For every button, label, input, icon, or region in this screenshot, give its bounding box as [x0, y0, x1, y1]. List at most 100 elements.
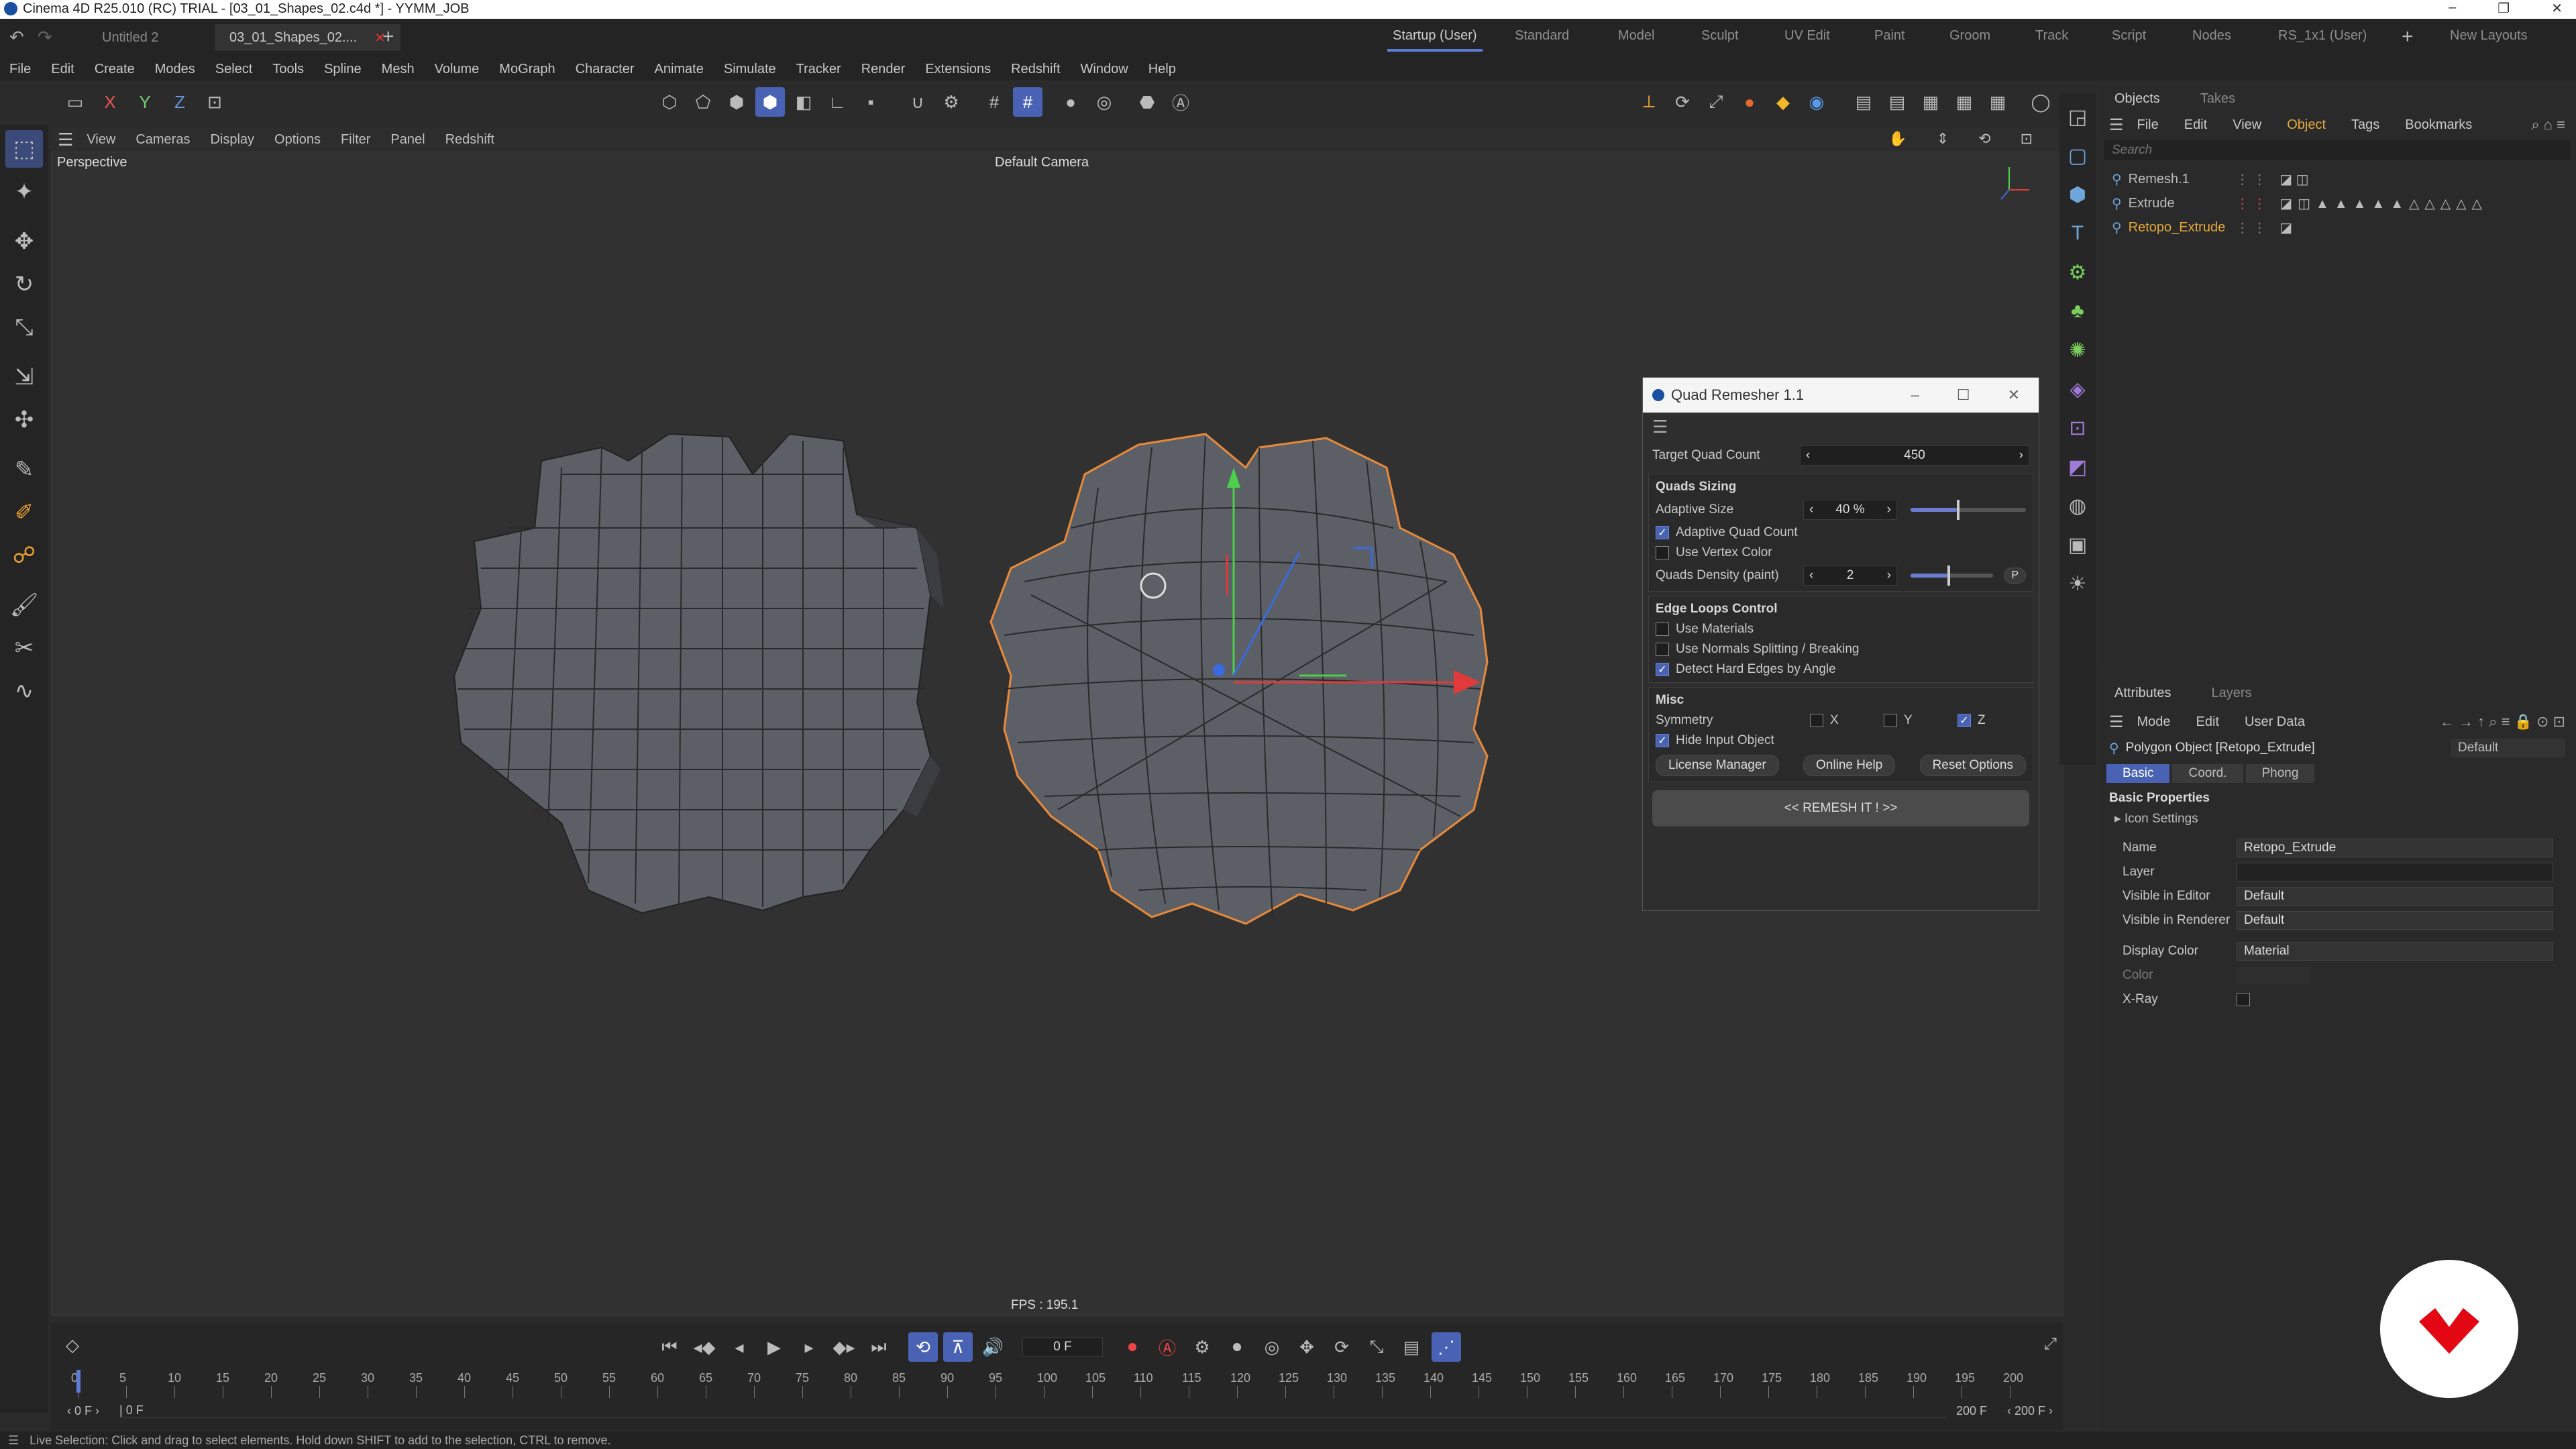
menu-redshift[interactable]: Redshift [1011, 62, 1060, 77]
tab-layers[interactable]: Layers [2211, 686, 2251, 701]
layout-model[interactable]: Model [1618, 28, 1654, 44]
qr-minimize-icon[interactable]: – [1911, 386, 1919, 404]
point-level-icon[interactable]: ⋰ [1432, 1332, 1461, 1362]
add-layout-icon[interactable]: + [2402, 25, 2414, 48]
vp-menu-options[interactable]: Options [274, 132, 321, 148]
move-icon[interactable]: ✥ [5, 223, 43, 260]
hide-input-checkbox[interactable]: ✓ Hide Input Object [1656, 733, 2026, 748]
effector-icon[interactable]: ✺ [2061, 334, 2094, 366]
qr-maximize-icon[interactable]: ☐ [1957, 386, 1970, 404]
obj-menu-file[interactable]: File [2137, 117, 2159, 133]
max-frame-field[interactable]: ‹ 200 F › [2007, 1404, 2053, 1418]
qr-title-bar[interactable]: Quad Remesher 1.1 – ☐ ✕ [1643, 378, 2039, 413]
snap-grid-icon[interactable]: # [1013, 87, 1042, 117]
object-search-input[interactable] [2112, 143, 2571, 158]
menu-animate[interactable]: Animate [654, 62, 703, 77]
undo-icon[interactable]: ↶ [9, 27, 24, 48]
spline-wrap-icon[interactable]: ◩ [2061, 451, 2094, 483]
play-icon[interactable]: ▶ [759, 1332, 789, 1362]
pos-key-icon[interactable]: ✥ [1292, 1332, 1322, 1362]
maximize-view-icon[interactable]: ⊡ [2021, 130, 2033, 148]
attr-menu-user-data[interactable]: User Data [2245, 714, 2305, 730]
symmetry-icon[interactable]: ◎ [1089, 87, 1119, 117]
render-region-icon[interactable]: ⟳ [1668, 87, 1697, 117]
attr-menu-mode[interactable]: Mode [2137, 714, 2171, 730]
sound-icon[interactable]: 🔊 [978, 1332, 1008, 1362]
symmetry-x-checkbox[interactable]: X [1810, 713, 1884, 728]
menu-tracker[interactable]: Tracker [796, 62, 841, 77]
layout-sculpt[interactable]: Sculpt [1701, 28, 1739, 44]
range-start-field[interactable]: | 0 F [119, 1403, 1947, 1418]
hamburger-icon[interactable]: ☰ [58, 129, 73, 150]
redo-icon[interactable]: ↷ [38, 27, 52, 48]
tab-objects[interactable]: Objects [2114, 91, 2160, 107]
tab-attributes[interactable]: Attributes [2114, 686, 2171, 701]
subtab-phong[interactable]: Phong [2245, 764, 2315, 783]
layout-groom[interactable]: Groom [1949, 28, 1990, 44]
quads-density-slider[interactable] [1911, 566, 1994, 586]
polygons-mode-icon[interactable]: ⬢ [722, 87, 751, 117]
deformer-icon[interactable]: ◈ [2061, 373, 2094, 405]
layout-paint[interactable]: Paint [1874, 28, 1905, 44]
qr-menu-icon[interactable]: ☰ [1643, 413, 2039, 441]
layout-rs[interactable]: RS_1x1 (User) [2278, 28, 2367, 44]
menu-help[interactable]: Help [1148, 62, 1176, 77]
playhead[interactable] [76, 1370, 80, 1393]
vp-menu-cameras[interactable]: Cameras [136, 132, 190, 148]
qr-icon[interactable]: ◉ [1802, 87, 1831, 117]
use-materials-checkbox[interactable]: Use Materials [1656, 622, 2026, 637]
symmetry-z-checkbox[interactable]: ✓ Z [1957, 713, 1986, 728]
live-selection-icon[interactable]: ⬚ [5, 130, 43, 168]
visible-in-editor-dropdown[interactable]: Default [2237, 887, 2553, 906]
visible-in-renderer-dropdown[interactable]: Default [2237, 911, 2553, 930]
layer-field[interactable] [2237, 863, 2553, 881]
obj-menu-view[interactable]: View [2233, 117, 2261, 133]
rotate-icon[interactable]: ↻ [5, 266, 43, 303]
doc-tab-active[interactable]: 03_01_Shapes_02.... ✕ [215, 24, 400, 51]
new-layouts-button[interactable]: New Layouts [2450, 28, 2528, 44]
remesh-button[interactable]: << REMESH IT ! >> [1652, 790, 2029, 826]
paint-density-button[interactable]: P [2004, 568, 2026, 584]
object-row-retopo[interactable]: ⚲ Retopo_Extrude ⋮ ⋮ ◪ [2112, 215, 2563, 239]
vp-menu-view[interactable]: View [87, 132, 115, 148]
x-axis-lock-button[interactable]: X [95, 87, 125, 117]
doc-tab[interactable]: Untitled 2 [87, 24, 174, 51]
y-axis-lock-button[interactable]: Y [130, 87, 160, 117]
text-icon[interactable]: T [2061, 217, 2094, 250]
license-manager-button[interactable]: License Manager [1656, 755, 1779, 776]
light-icon[interactable]: ☀ [2061, 568, 2094, 600]
render-picture-viewer-icon[interactable]: ▤ [1882, 87, 1912, 117]
render-view-icon[interactable]: ▤ [1849, 87, 1878, 117]
menu-tools[interactable]: Tools [272, 62, 304, 77]
increment-icon[interactable]: › [2019, 448, 2023, 463]
ipr-icon[interactable]: ◆ [1768, 87, 1798, 117]
selection-filter-icon[interactable]: ✦ [5, 173, 43, 211]
go-to-start-icon[interactable]: ⏮ [655, 1332, 684, 1362]
end-frame-value[interactable]: 200 F [1956, 1404, 1987, 1418]
next-key-icon[interactable]: ◆▸ [829, 1332, 859, 1362]
menu-mograph[interactable]: MoGraph [499, 62, 555, 77]
redshift-render-icon[interactable]: ● [1735, 87, 1764, 117]
use-normals-checkbox[interactable]: Use Normals Splitting / Breaking [1656, 642, 2026, 657]
attr-menu-icon[interactable]: ☰ [2109, 712, 2124, 732]
obj-search-icon[interactable]: ⌕ ⌂ ≡ [2531, 116, 2565, 133]
visibility-dots-icon[interactable]: ⋮ ⋮ [2236, 195, 2267, 212]
object-row-extrude[interactable]: ⚲ Extrude ⋮ ⋮ ◪◫▲▲▲▲▲△△△△△ [2112, 191, 2563, 215]
tab-takes[interactable]: Takes [2200, 91, 2235, 107]
current-frame-field[interactable]: 0 F [1022, 1337, 1103, 1357]
render-settings-icon[interactable]: ▦ [1949, 87, 1979, 117]
polygon-pen-icon[interactable]: ⬣ [1132, 87, 1162, 117]
reset-options-button[interactable]: Reset Options [1919, 755, 2026, 776]
qr-close-icon[interactable]: ✕ [2008, 386, 2020, 404]
environment-icon[interactable]: ◍ [2061, 490, 2094, 522]
attr-menu-edit[interactable]: Edit [2196, 714, 2219, 730]
cloner-icon[interactable]: ♣ [2061, 295, 2094, 327]
render-clapper-icon[interactable]: ▦ [1916, 87, 1945, 117]
prev-key-icon[interactable]: ◂◆ [690, 1332, 719, 1362]
placement-icon[interactable]: ✣ [5, 401, 43, 439]
layout-uv-edit[interactable]: UV Edit [1784, 28, 1830, 44]
layout-standard[interactable]: Standard [1515, 28, 1569, 44]
menu-file[interactable]: File [9, 62, 31, 77]
retopo-mesh[interactable] [989, 433, 1489, 925]
preview-range-icon[interactable]: ⊼ [943, 1332, 973, 1362]
